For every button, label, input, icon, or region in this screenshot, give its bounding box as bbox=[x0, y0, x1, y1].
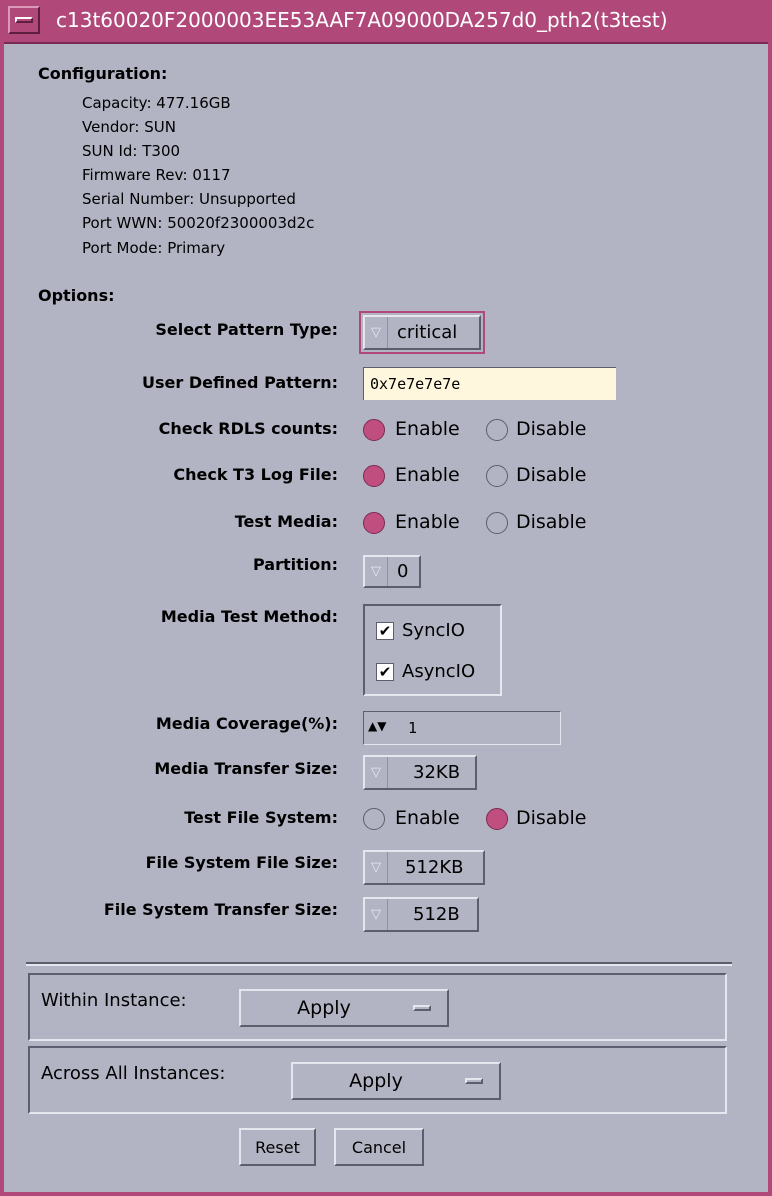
fs-transfer-size-dropdown[interactable]: ▽ 512B bbox=[363, 897, 479, 932]
config-port-wwn: Port WWN: 50020f2300003d2c bbox=[82, 214, 315, 232]
test-media-label: Test Media: bbox=[234, 512, 338, 531]
test-file-system-enable-label: Enable bbox=[395, 807, 460, 829]
check-t3-log-disable-label: Disable bbox=[516, 464, 587, 486]
dropdown-arrow-icon: ▽ bbox=[365, 317, 388, 348]
separator bbox=[26, 962, 732, 966]
across-all-instances-apply-label: Apply bbox=[349, 1070, 403, 1092]
reset-button[interactable]: Reset bbox=[239, 1128, 316, 1166]
asyncio-label: AsyncIO bbox=[402, 661, 476, 682]
options-heading: Options: bbox=[38, 286, 115, 305]
syncio-checkbox[interactable]: ✔ bbox=[376, 622, 394, 640]
config-serial-number: Serial Number: Unsupported bbox=[82, 190, 296, 208]
config-sun-id: SUN Id: T300 bbox=[82, 142, 181, 160]
title-bar[interactable]: c13t60020F2000003EE53AAF7A09000DA257d0_p… bbox=[4, 0, 768, 44]
test-file-system-disable-radio[interactable] bbox=[486, 808, 508, 830]
media-test-method-group bbox=[363, 604, 502, 696]
select-pattern-type-label: Select Pattern Type: bbox=[155, 320, 338, 339]
config-firmware-rev: Firmware Rev: 0117 bbox=[82, 166, 231, 184]
within-instance-apply-label: Apply bbox=[297, 997, 351, 1019]
window-menu-icon[interactable] bbox=[8, 6, 40, 34]
within-instance-label: Within Instance: bbox=[41, 990, 187, 1011]
media-test-method-label: Media Test Method: bbox=[160, 607, 338, 626]
check-t3-log-enable-radio[interactable] bbox=[363, 465, 385, 487]
check-rdls-label: Check RDLS counts: bbox=[158, 419, 338, 438]
dropdown-arrow-icon: ▽ bbox=[365, 757, 388, 788]
window-title: c13t60020F2000003EE53AAF7A09000DA257d0_p… bbox=[56, 8, 668, 32]
check-rdls-disable-label: Disable bbox=[516, 418, 587, 440]
config-port-mode: Port Mode: Primary bbox=[82, 239, 226, 257]
across-all-instances-apply-button[interactable]: Apply bbox=[291, 1062, 501, 1100]
configuration-heading: Configuration: bbox=[38, 64, 168, 83]
media-coverage-label: Media Coverage(%): bbox=[155, 714, 338, 733]
dropdown-arrow-icon: ▽ bbox=[365, 852, 388, 883]
across-all-instances-label: Across All Instances: bbox=[41, 1063, 226, 1084]
pattern-type-value: critical bbox=[397, 322, 458, 343]
test-media-disable-label: Disable bbox=[516, 511, 587, 533]
user-defined-pattern-input[interactable]: 0x7e7e7e7e bbox=[363, 367, 616, 400]
test-file-system-label: Test File System: bbox=[184, 808, 338, 827]
media-transfer-size-label: Media Transfer Size: bbox=[154, 759, 338, 778]
dropdown-arrow-icon: ▽ bbox=[365, 899, 388, 930]
media-coverage-spinbox[interactable]: ▲▼ 1 bbox=[363, 711, 561, 745]
check-t3-log-label: Check T3 Log File: bbox=[173, 465, 338, 484]
check-rdls-enable-label: Enable bbox=[395, 418, 460, 440]
test-media-enable-radio[interactable] bbox=[363, 512, 385, 534]
fs-file-size-dropdown[interactable]: ▽ 512KB bbox=[363, 850, 485, 885]
fs-transfer-size-label: File System Transfer Size: bbox=[103, 900, 338, 919]
syncio-label: SyncIO bbox=[402, 620, 465, 641]
spin-arrows-icon[interactable]: ▲▼ bbox=[368, 719, 386, 733]
asyncio-checkbox[interactable]: ✔ bbox=[376, 663, 394, 681]
config-capacity: Capacity: 477.16GB bbox=[82, 94, 231, 112]
check-rdls-enable-radio[interactable] bbox=[363, 419, 385, 441]
check-rdls-disable-radio[interactable] bbox=[486, 419, 508, 441]
cancel-button[interactable]: Cancel bbox=[334, 1128, 424, 1166]
media-coverage-value: 1 bbox=[408, 719, 418, 737]
option-menu-indicator-icon bbox=[465, 1078, 483, 1084]
partition-label: Partition: bbox=[252, 555, 338, 574]
media-transfer-size-dropdown[interactable]: ▽ 32KB bbox=[363, 755, 477, 790]
media-transfer-size-value: 32KB bbox=[413, 762, 461, 783]
test-media-disable-radio[interactable] bbox=[486, 512, 508, 534]
user-defined-pattern-label: User Defined Pattern: bbox=[141, 373, 338, 392]
dropdown-arrow-icon: ▽ bbox=[365, 557, 388, 586]
partition-dropdown[interactable]: ▽ 0 bbox=[363, 555, 421, 588]
test-media-enable-label: Enable bbox=[395, 511, 460, 533]
check-t3-log-enable-label: Enable bbox=[395, 464, 460, 486]
fs-file-size-value: 512KB bbox=[405, 857, 464, 878]
pattern-type-dropdown[interactable]: ▽ critical bbox=[363, 315, 481, 350]
test-file-system-enable-radio[interactable] bbox=[363, 808, 385, 830]
partition-value: 0 bbox=[397, 561, 409, 582]
within-instance-apply-button[interactable]: Apply bbox=[239, 989, 449, 1027]
fs-transfer-size-value: 512B bbox=[413, 904, 460, 925]
dialog-window: c13t60020F2000003EE53AAF7A09000DA257d0_p… bbox=[0, 0, 772, 1196]
test-file-system-disable-label: Disable bbox=[516, 807, 587, 829]
option-menu-indicator-icon bbox=[413, 1005, 431, 1011]
fs-file-size-label: File System File Size: bbox=[145, 853, 338, 872]
check-t3-log-disable-radio[interactable] bbox=[486, 465, 508, 487]
config-vendor: Vendor: SUN bbox=[82, 118, 176, 136]
user-defined-pattern-value: 0x7e7e7e7e bbox=[370, 375, 461, 393]
